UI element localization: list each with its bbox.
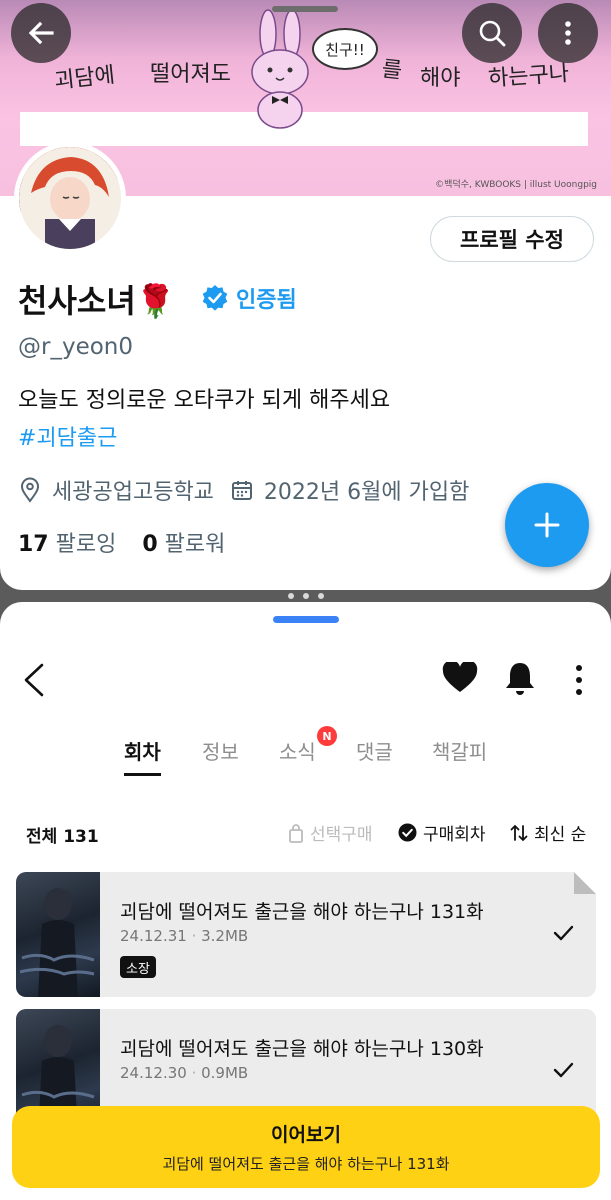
more-vertical-icon xyxy=(565,21,571,45)
edit-profile-button[interactable]: 프로필 수정 xyxy=(430,216,594,262)
banner-word: 괴담에 xyxy=(53,62,117,95)
banner-word: 해야 xyxy=(420,66,461,91)
resume-label: 이어보기 xyxy=(271,1124,341,1146)
select-purchase-button[interactable]: 선택구매 xyxy=(288,820,373,845)
owned-badge: 소장 xyxy=(120,956,156,978)
following-count: 17 xyxy=(18,532,49,557)
resume-subtitle: 괴담에 떨어져도 출근을 해야 하는구나 131화 xyxy=(162,1155,450,1173)
episode-title: 괴담에 떨어져도 출근을 해야 하는구나 131화 xyxy=(120,901,484,923)
episode-thumbnail xyxy=(16,872,100,997)
series-app: 회차 정보 소식 N 댓글 책갈피 전체 131 선택구매 구매회차 최신 순 xyxy=(0,602,611,1200)
bio-hashtag[interactable]: #괴담출근 xyxy=(18,420,117,452)
sort-label: 최신 순 xyxy=(534,825,587,845)
bag-icon xyxy=(289,823,303,843)
select-purchase-label: 선택구매 xyxy=(310,825,373,845)
followers-label: 팔로워 xyxy=(164,532,226,557)
joined-date: 2022년 6월에 가입함 xyxy=(263,480,470,505)
more-button[interactable] xyxy=(538,3,598,63)
purchased-label: 구매회차 xyxy=(423,825,486,845)
banner-word: 떨어져도 xyxy=(150,62,231,87)
verified-check-icon xyxy=(202,285,228,311)
purchased-filter-button[interactable]: 구매회차 xyxy=(398,820,486,845)
episode-filter-row: 전체 131 선택구매 구매회차 최신 순 xyxy=(0,820,611,850)
banner-word: 를 xyxy=(380,56,404,84)
tab-comments[interactable]: 댓글 xyxy=(356,736,393,765)
search-button[interactable] xyxy=(462,3,522,63)
heart-icon[interactable] xyxy=(442,662,478,694)
followers-count: 0 xyxy=(142,532,158,557)
sort-button[interactable]: 최신 순 xyxy=(510,820,586,845)
avatar-illustration xyxy=(19,147,121,249)
arrow-left-icon xyxy=(28,21,54,45)
tab-bookmarks[interactable]: 책갈피 xyxy=(432,736,487,765)
banner-credit: ©백덕수, KWBOOKS | illust Uoongpig xyxy=(435,180,597,190)
episode-date: 24.12.30 xyxy=(120,1064,187,1082)
speech-bubble: 친구!! xyxy=(312,28,378,70)
chevron-left-icon[interactable] xyxy=(22,662,46,698)
episode-title: 괴담에 떨어져도 출근을 해야 하는구나 130화 xyxy=(120,1038,484,1060)
episode-cover-art xyxy=(19,888,95,997)
episode-meta: 24.12.31 · 3.2MB xyxy=(120,927,249,945)
location-pin-icon xyxy=(20,477,40,503)
profile-meta: 세광공업고등학교 2022년 6월에 가입함 xyxy=(18,474,469,506)
tab-info[interactable]: 정보 xyxy=(202,736,239,765)
verified-badge[interactable]: 인증됨 xyxy=(200,282,297,314)
checkmark-icon xyxy=(553,1062,574,1078)
drag-handle[interactable] xyxy=(272,6,338,12)
total-count: 전체 131 xyxy=(26,827,99,847)
episode-row[interactable]: 괴담에 떨어져도 출근을 해야 하는구나 131화 24.12.31 · 3.2… xyxy=(16,872,596,997)
verified-label: 인증됨 xyxy=(236,288,297,313)
checkmark-icon xyxy=(553,925,574,941)
calendar-icon xyxy=(231,481,252,500)
following-label: 팔로잉 xyxy=(55,532,117,557)
plus-icon xyxy=(534,512,560,538)
user-handle: @r_yeon0 xyxy=(18,334,133,360)
sheet-handle[interactable] xyxy=(273,616,339,623)
bio-text: 오늘도 정의로운 오타쿠가 되게 해주세요 xyxy=(18,388,391,413)
tab-episodes[interactable]: 회차 xyxy=(124,736,161,776)
back-button[interactable] xyxy=(11,3,71,63)
bunny-illustration xyxy=(251,9,309,129)
bell-icon[interactable] xyxy=(503,660,537,696)
resume-reading-button[interactable]: 이어보기 괴담에 떨어져도 출근을 해야 하는구나 131화 xyxy=(12,1106,600,1188)
sort-icon xyxy=(510,824,528,841)
new-badge: N xyxy=(317,726,337,746)
more-vertical-icon[interactable] xyxy=(574,664,584,696)
location-text: 세광공업고등학교 xyxy=(52,480,214,505)
page-fold xyxy=(574,872,596,894)
compose-fab[interactable] xyxy=(505,483,589,567)
check-circle-icon xyxy=(398,823,417,842)
avatar[interactable] xyxy=(14,142,126,254)
split-screen-divider[interactable] xyxy=(288,591,324,601)
display-name: 천사소녀🌹 xyxy=(18,282,176,320)
followers-link[interactable]: 0 팔로워 xyxy=(142,526,225,558)
follow-stats: 17 팔로잉 0 팔로워 xyxy=(18,526,225,558)
episode-size: 0.9MB xyxy=(201,1064,249,1082)
search-icon xyxy=(479,20,506,47)
series-tabs: 회차 정보 소식 N 댓글 책갈피 xyxy=(0,726,611,776)
episode-size: 3.2MB xyxy=(201,927,249,945)
episode-date: 24.12.31 xyxy=(120,927,187,945)
episode-meta: 24.12.30 · 0.9MB xyxy=(120,1064,249,1082)
profile-app: 괴담에 떨어져도 를 해야 하는구나 친구!! ©백덕수, KWBOOKS | … xyxy=(0,0,611,590)
tab-news[interactable]: 소식 xyxy=(279,736,316,765)
following-link[interactable]: 17 팔로잉 xyxy=(18,526,116,558)
